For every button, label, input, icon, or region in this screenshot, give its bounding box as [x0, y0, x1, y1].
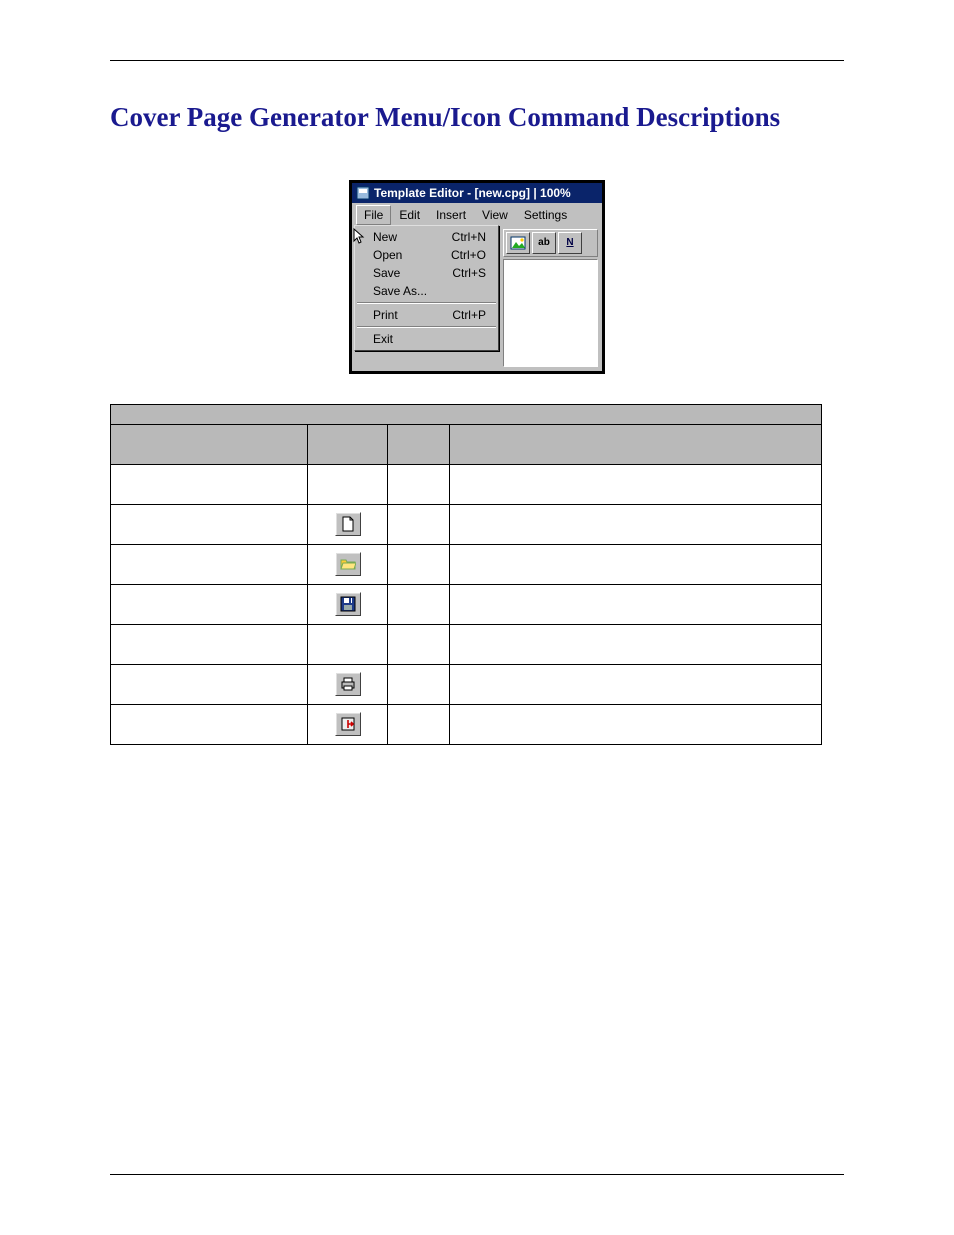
- menu-view[interactable]: View: [474, 205, 516, 225]
- menu-item-save-as[interactable]: Save As...: [355, 282, 498, 300]
- menu-item-open[interactable]: Open Ctrl+O: [355, 246, 498, 264]
- menu-item-label: Exit: [373, 332, 393, 346]
- table-row: [111, 584, 822, 624]
- menu-item-label: Print: [373, 308, 398, 322]
- table-row: [111, 504, 822, 544]
- menu-item-exit[interactable]: Exit: [355, 330, 498, 348]
- window-title: Template Editor - [new.cpg] | 100%: [374, 186, 571, 200]
- table-row: [111, 664, 822, 704]
- menu-item-label: New: [373, 230, 397, 244]
- section-heading: Cover Page Generator Menu/Icon Command D…: [110, 101, 844, 135]
- menubar[interactable]: File Edit Insert View Settings: [352, 203, 602, 225]
- menu-item-print[interactable]: Print Ctrl+P: [355, 306, 498, 324]
- menu-item-shortcut: Ctrl+O: [451, 248, 486, 262]
- menu-item-label: Save As...: [373, 284, 427, 298]
- menu-item-shortcut: Ctrl+S: [452, 266, 486, 280]
- top-horizontal-rule: [110, 60, 844, 61]
- menu-edit[interactable]: Edit: [391, 205, 428, 225]
- menu-separator: [357, 326, 496, 328]
- table-row: [111, 544, 822, 584]
- printer-icon: [335, 672, 361, 696]
- table-row: [111, 464, 822, 504]
- menu-item-label: Open: [373, 248, 402, 262]
- image-insert-icon[interactable]: [506, 232, 530, 254]
- table-row: [111, 704, 822, 744]
- cursor-arrow-icon: [353, 228, 367, 246]
- menu-item-shortcut: Ctrl+P: [452, 308, 486, 322]
- menu-item-shortcut: Ctrl+N: [452, 230, 486, 244]
- save-disk-icon: [335, 592, 361, 616]
- menu-item-label: Save: [373, 266, 400, 280]
- file-menu-dropdown[interactable]: New Ctrl+N Open Ctrl+O Save Ctrl+S Save …: [354, 225, 499, 351]
- table-row: [111, 624, 822, 664]
- window-titlebar[interactable]: Template Editor - [new.cpg] | 100%: [352, 183, 602, 203]
- menu-item-new[interactable]: New Ctrl+N: [355, 228, 498, 246]
- menu-settings[interactable]: Settings: [516, 205, 575, 225]
- menu-item-save[interactable]: Save Ctrl+S: [355, 264, 498, 282]
- bold-n-icon[interactable]: N: [558, 232, 582, 254]
- template-editor-window: Template Editor - [new.cpg] | 100% File …: [349, 180, 605, 374]
- menu-separator: [357, 302, 496, 304]
- textfield-ab-icon[interactable]: ab: [532, 232, 556, 254]
- editor-canvas[interactable]: [503, 259, 598, 367]
- exit-door-icon: [335, 712, 361, 736]
- menu-file[interactable]: File: [356, 205, 391, 225]
- bottom-horizontal-rule: [110, 1174, 844, 1175]
- new-document-icon: [335, 512, 361, 536]
- toolbar: ab N: [503, 229, 598, 257]
- menu-insert[interactable]: Insert: [428, 205, 474, 225]
- open-folder-icon: [335, 552, 361, 576]
- app-icon: [356, 186, 370, 200]
- command-table: [110, 404, 822, 745]
